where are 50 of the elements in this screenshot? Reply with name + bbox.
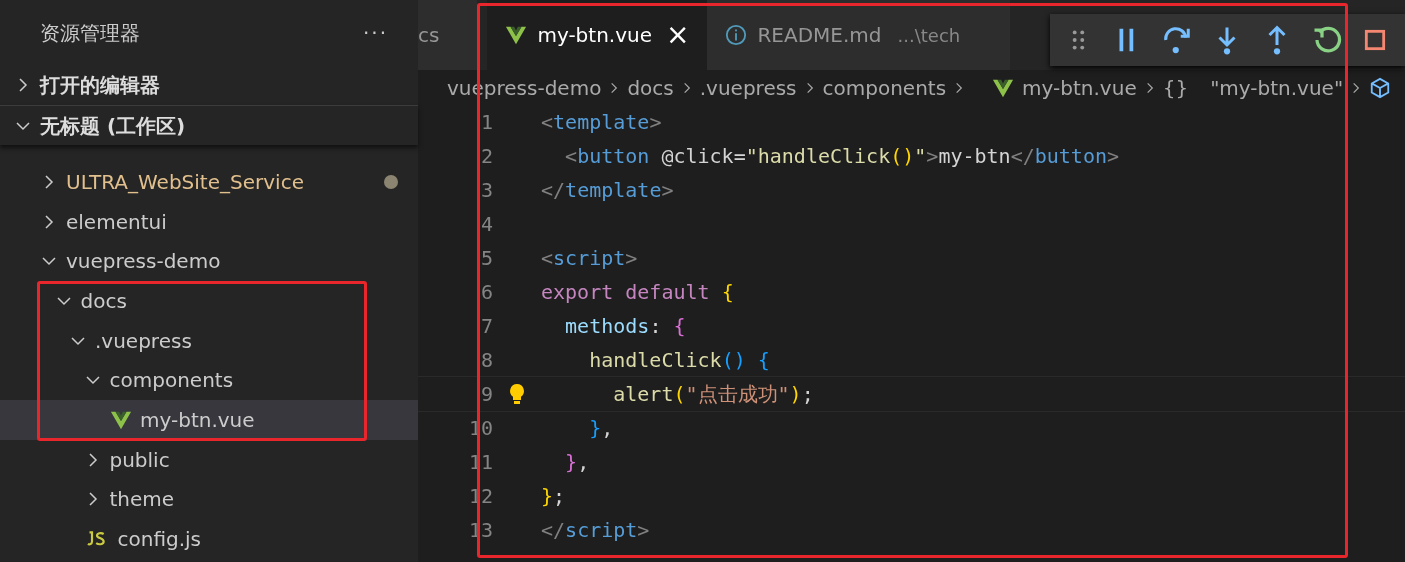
- modified-dot: [384, 174, 398, 189]
- code-line: export default {: [541, 279, 734, 306]
- editor-tab[interactable]: cs: [418, 0, 478, 70]
- tree-item[interactable]: .vuepress: [0, 320, 418, 361]
- code-line: methods: {: [564, 313, 686, 340]
- tree-item[interactable]: components: [0, 360, 418, 401]
- tree-item[interactable]: public: [0, 439, 418, 480]
- breadcrumb-item[interactable]: {} "my-btn.vue": [1162, 72, 1344, 103]
- tree-item[interactable]: vuepress-demo: [0, 241, 418, 282]
- line-number: 4: [479, 211, 493, 238]
- panel-title: 资源管理器: [40, 19, 140, 47]
- code-line: },: [564, 449, 590, 476]
- code-line: </script>: [541, 517, 650, 544]
- code-line: <script>: [541, 245, 638, 272]
- tree-item[interactable]: config.js: [0, 519, 418, 559]
- line-number: 3: [479, 177, 493, 204]
- section-header[interactable]: 无标题 (工作区): [0, 105, 418, 145]
- editor-tab[interactable]: README.md ...\tech: [707, 0, 1011, 70]
- breadcrumb-item[interactable]: docs: [627, 72, 674, 103]
- step-over-icon[interactable]: [1162, 25, 1192, 55]
- line-number: 5: [479, 245, 493, 272]
- section-header[interactable]: 打开的编辑器: [0, 65, 418, 105]
- code-line: alert("点击成功");: [612, 381, 814, 408]
- tree-item[interactable]: theme: [0, 479, 418, 520]
- line-number: 6: [479, 279, 493, 306]
- tree-item[interactable]: my-btn.vue: [0, 400, 418, 440]
- editor-tab[interactable]: my-btn.vue ×: [487, 0, 708, 70]
- restart-icon[interactable]: [1312, 25, 1342, 55]
- line-number: 8: [479, 347, 493, 374]
- code-line: },: [588, 415, 614, 442]
- tree-item[interactable]: docs: [0, 281, 418, 321]
- code-line: <button @click="handleClick()">my-btn</button>: [564, 143, 1120, 170]
- line-number: 9: [479, 381, 493, 408]
- cube-icon: [1369, 76, 1392, 99]
- line-number: 7: [479, 313, 493, 340]
- code-line: <template>: [541, 109, 662, 136]
- code-line: handleClick() {: [588, 347, 770, 374]
- line-number: 1: [479, 109, 493, 136]
- breadcrumb-item[interactable]: .vuepress: [699, 72, 797, 103]
- vue-logo-icon: [505, 24, 528, 46]
- code-line: </template>: [541, 177, 674, 204]
- line-number: 2: [479, 143, 493, 170]
- tree-item[interactable]: elementui: [0, 201, 418, 242]
- more-actions-button[interactable]: ···: [362, 17, 388, 48]
- breadcrumb-item[interactable]: my-btn.vue: [992, 72, 1137, 103]
- info-icon: [725, 24, 748, 46]
- code-line: };: [541, 483, 566, 510]
- close-icon[interactable]: ×: [666, 14, 690, 56]
- breadcrumb-item[interactable]: components: [822, 72, 947, 103]
- tree-item[interactable]: ULTRA_WebSite_Service: [0, 162, 418, 202]
